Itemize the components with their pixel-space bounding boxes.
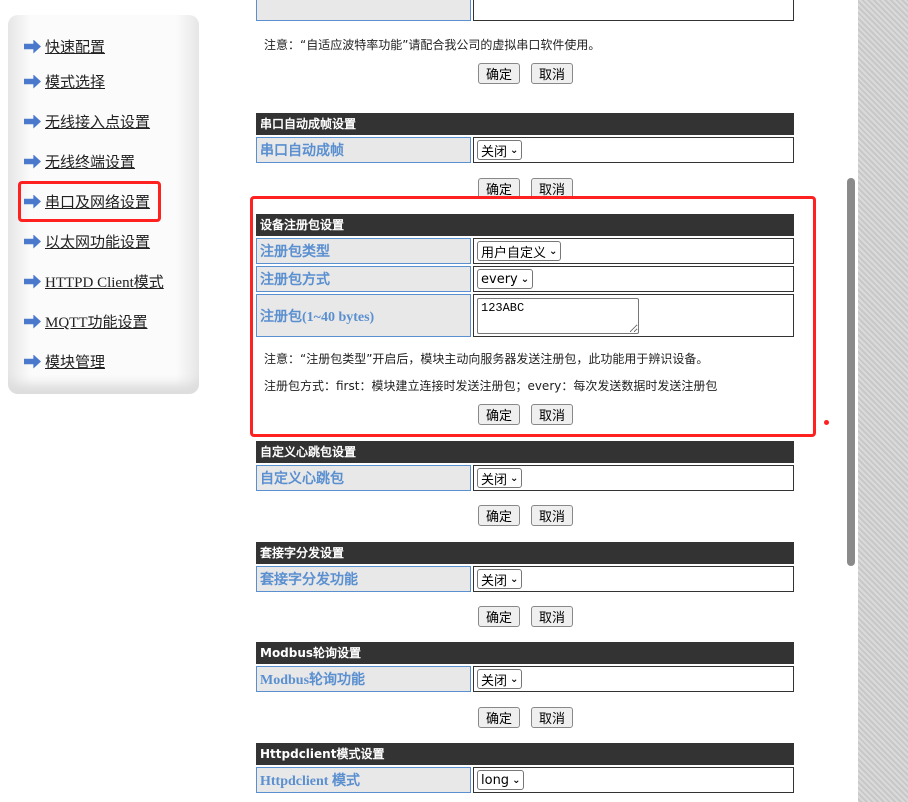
ok-button[interactable]: 确定 [478, 707, 520, 728]
page: 注意：“自适应波特率功能”请配合我公司的虚拟串口软件使用。 确定 取消 串口自动… [0, 0, 858, 802]
select-value: long [481, 772, 510, 788]
field-value: 关闭 ⌄ [473, 137, 794, 163]
sidebar-item-label: 无线终端设置 [45, 155, 136, 171]
field-value: 关闭 ⌄ [473, 566, 794, 592]
field-label: Httpdclient 模式 [256, 767, 471, 793]
button-group: 确定 取消 [478, 505, 573, 526]
section-header: 自定义心跳包设置 [256, 441, 794, 463]
button-group: 确定 取消 [478, 707, 573, 728]
arrow-right-icon [24, 234, 41, 249]
field-select[interactable]: 关闭 ⌄ [477, 669, 523, 689]
sidebar-item-8[interactable]: 模块管理 [24, 351, 105, 372]
chevron-down-icon: ⌄ [512, 774, 521, 786]
arrow-right-icon [24, 74, 41, 89]
chevron-down-icon: ⌄ [510, 573, 519, 585]
field-select[interactable]: 关闭 ⌄ [477, 569, 523, 589]
red-dot [824, 420, 829, 425]
sidebar-item-7[interactable]: MQTT功能设置 [24, 311, 148, 332]
form-row: 自定义心跳包 关闭 ⌄ [256, 465, 794, 491]
field-label: 套接字分发功能 [256, 566, 471, 592]
button-group: 确定 取消 [478, 606, 573, 627]
ok-button[interactable]: 确定 [478, 505, 520, 526]
arrow-right-icon [24, 154, 41, 169]
arrow-right-icon [24, 114, 41, 129]
chevron-down-icon: ⌄ [510, 144, 519, 156]
sidebar-item-3[interactable]: 无线终端设置 [24, 151, 135, 172]
arrow-right-icon [24, 354, 41, 369]
highlight-box-register [250, 196, 816, 437]
sidebar-item-label: 以太网功能设置 [45, 235, 151, 251]
field-select[interactable]: 关闭 ⌄ [477, 140, 523, 160]
field-label: 自定义心跳包 [256, 465, 471, 491]
section-0: 串口自动成帧设置 串口自动成帧 关闭 ⌄ [256, 113, 794, 163]
section-4: Modbus轮询设置 Modbus轮询功能 关闭 ⌄ [256, 642, 794, 692]
section-header: Modbus轮询设置 [256, 642, 794, 664]
arrow-right-icon [24, 274, 41, 289]
sidebar-item-label: 模式选择 [45, 75, 106, 91]
form-row: 串口自动成帧 关闭 ⌄ [256, 137, 794, 163]
sidebar-item-4[interactable]: 串口及网络设置 [24, 191, 150, 212]
form-row: Modbus轮询功能 关闭 ⌄ [256, 666, 794, 692]
section-header: 串口自动成帧设置 [256, 113, 794, 135]
partial-label [256, 0, 471, 21]
sidebar-item-label: 串口及网络设置 [45, 195, 151, 211]
arrow-right-icon [24, 39, 41, 54]
sidebar-item-label: HTTPD Client模式 [45, 275, 164, 291]
scrollbar[interactable] [842, 0, 858, 802]
field-value: long ⌄ [473, 767, 794, 793]
select-value: 关闭 [481, 144, 508, 160]
section-header: Httpdclient模式设置 [256, 743, 794, 765]
ok-button[interactable]: 确定 [478, 63, 520, 84]
arrow-right-icon [24, 314, 41, 329]
field-value: 关闭 ⌄ [473, 666, 794, 692]
field-select[interactable]: long ⌄ [477, 770, 525, 790]
baud-note: 注意：“自适应波特率功能”请配合我公司的虚拟串口软件使用。 [264, 38, 601, 52]
field-label: Modbus轮询功能 [256, 666, 471, 692]
section-2: 自定义心跳包设置 自定义心跳包 关闭 ⌄ [256, 441, 794, 491]
form-row: 套接字分发功能 关闭 ⌄ [256, 566, 794, 592]
field-value: 关闭 ⌄ [473, 465, 794, 491]
sidebar-item-label: 快速配置 [45, 40, 106, 56]
chevron-down-icon: ⌄ [510, 673, 519, 685]
partial-value [473, 0, 794, 21]
section-5: Httpdclient模式设置 Httpdclient 模式 long ⌄ [256, 743, 794, 793]
section-header: 套接字分发设置 [256, 542, 794, 564]
select-value: 关闭 [481, 673, 508, 689]
sidebar-item-0[interactable]: 快速配置 [24, 36, 105, 57]
cancel-button[interactable]: 取消 [531, 606, 573, 627]
cancel-button[interactable]: 取消 [531, 63, 573, 84]
sidebar-item-6[interactable]: HTTPD Client模式 [24, 271, 164, 292]
chevron-down-icon: ⌄ [510, 472, 519, 484]
sidebar-item-1[interactable]: 模式选择 [24, 71, 105, 92]
cancel-button[interactable]: 取消 [531, 505, 573, 526]
ok-button[interactable]: 确定 [478, 606, 520, 627]
sidebar-item-label: 模块管理 [45, 355, 106, 371]
select-value: 关闭 [481, 472, 508, 488]
sidebar-item-2[interactable]: 无线接入点设置 [24, 111, 150, 132]
form-row: Httpdclient 模式 long ⌄ [256, 767, 794, 793]
sidebar-item-label: MQTT功能设置 [45, 315, 148, 331]
section-3: 套接字分发设置 套接字分发功能 关闭 ⌄ [256, 542, 794, 592]
sidebar-item-5[interactable]: 以太网功能设置 [24, 231, 150, 252]
cancel-button[interactable]: 取消 [531, 707, 573, 728]
sidebar-item-label: 无线接入点设置 [45, 115, 151, 131]
select-value: 关闭 [481, 573, 508, 589]
arrow-right-icon [24, 194, 41, 209]
scrollbar-thumb[interactable] [847, 178, 855, 566]
button-group: 确定 取消 [478, 63, 573, 84]
field-select[interactable]: 关闭 ⌄ [477, 468, 523, 488]
field-label: 串口自动成帧 [256, 137, 471, 163]
partial-row [256, 0, 794, 21]
